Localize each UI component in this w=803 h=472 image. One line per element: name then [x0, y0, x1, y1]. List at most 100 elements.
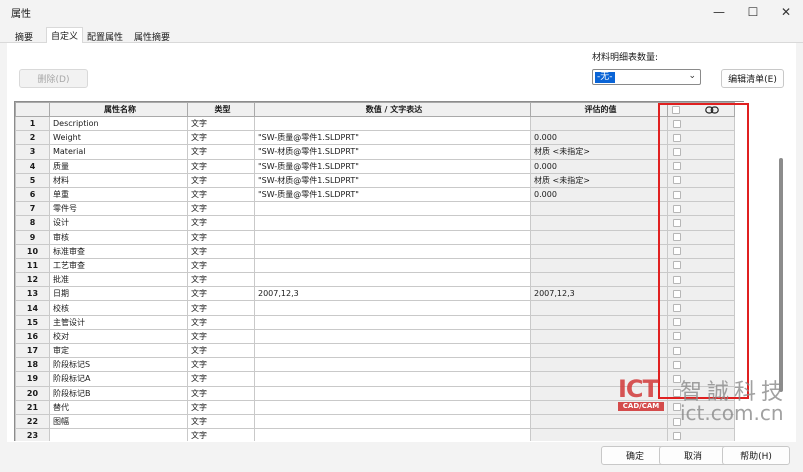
table-row[interactable]: 15 主管设计 文字: [15, 314, 735, 330]
cancel-button[interactable]: 取消: [659, 446, 727, 465]
tab-config-properties[interactable]: 配置属性: [83, 29, 127, 43]
value-expression-cell[interactable]: [254, 328, 531, 345]
table-row[interactable]: 4 质量 文字 "SW-质量@零件1.SLDPRT" 0.000: [15, 158, 735, 174]
value-expression-cell[interactable]: [254, 371, 531, 387]
value-expression-cell[interactable]: [254, 399, 531, 415]
property-name-cell[interactable]: 材料: [49, 172, 188, 188]
minimize-button[interactable]: —: [702, 0, 736, 24]
table-row[interactable]: 18 阶段标记S 文字: [15, 357, 735, 373]
property-name-cell[interactable]: [49, 428, 188, 441]
type-cell[interactable]: 文字: [187, 144, 255, 160]
value-expression-cell[interactable]: [254, 201, 531, 217]
link-checkbox[interactable]: [673, 403, 681, 412]
type-cell[interactable]: 文字: [187, 413, 255, 430]
property-name-cell[interactable]: 单重: [49, 186, 188, 203]
value-expression-cell[interactable]: [254, 229, 531, 245]
table-row[interactable]: 13 日期 文字 2007,12,3 2007,12,3: [15, 286, 735, 302]
property-name-cell[interactable]: 批准: [49, 272, 188, 288]
table-row[interactable]: 21 替代 文字: [15, 399, 735, 415]
value-expression-cell[interactable]: [254, 413, 531, 430]
vertical-scrollbar[interactable]: [779, 158, 783, 392]
select-all-checkbox[interactable]: [672, 105, 680, 114]
property-name-cell[interactable]: Weight: [49, 130, 188, 146]
type-cell[interactable]: 文字: [187, 215, 255, 231]
link-checkbox[interactable]: [673, 162, 681, 171]
table-row[interactable]: 19 阶段标记A 文字: [15, 371, 735, 387]
table-row[interactable]: 11 工艺审查 文字: [15, 257, 735, 274]
property-name-cell[interactable]: Material: [49, 144, 188, 160]
delete-button[interactable]: 删除(D): [19, 69, 88, 88]
table-row[interactable]: 8 设计 文字: [15, 215, 735, 231]
type-cell[interactable]: 文字: [187, 243, 255, 259]
link-checkbox[interactable]: [673, 119, 681, 128]
property-name-cell[interactable]: 设计: [49, 215, 188, 231]
link-checkbox[interactable]: [673, 431, 681, 440]
property-name-cell[interactable]: 工艺审查: [49, 257, 188, 274]
link-checkbox[interactable]: [673, 304, 681, 313]
value-expression-cell[interactable]: [254, 428, 531, 441]
type-cell[interactable]: 文字: [187, 115, 255, 132]
link-checkbox[interactable]: [673, 147, 681, 156]
property-name-cell[interactable]: 标准审查: [49, 243, 188, 259]
value-expression-cell[interactable]: "SW-质量@零件1.SLDPRT": [254, 186, 531, 203]
link-checkbox[interactable]: [673, 360, 681, 369]
link-checkbox[interactable]: [673, 289, 681, 298]
value-expression-cell[interactable]: "SW-材质@零件1.SLDPRT": [254, 144, 531, 160]
property-name-cell[interactable]: 审核: [49, 229, 188, 245]
type-cell[interactable]: 文字: [187, 201, 255, 217]
type-cell[interactable]: 文字: [187, 371, 255, 387]
type-cell[interactable]: 文字: [187, 399, 255, 415]
link-checkbox[interactable]: [673, 204, 681, 213]
link-checkbox[interactable]: [673, 247, 681, 256]
value-expression-cell[interactable]: [254, 272, 531, 288]
property-name-cell[interactable]: Description: [49, 115, 188, 132]
property-name-cell[interactable]: 审定: [49, 342, 188, 359]
link-checkbox[interactable]: [673, 417, 681, 426]
tab-custom[interactable]: 自定义: [46, 27, 84, 44]
property-name-cell[interactable]: 日期: [49, 286, 188, 302]
table-row[interactable]: 23 文字: [15, 428, 735, 441]
link-checkbox[interactable]: [673, 261, 681, 270]
table-row[interactable]: 2 Weight 文字 "SW-质量@零件1.SLDPRT" 0.000: [15, 130, 735, 146]
type-cell[interactable]: 文字: [187, 342, 255, 359]
property-name-cell[interactable]: 阶段标记A: [49, 371, 188, 387]
tab-summary[interactable]: 摘要: [11, 29, 37, 43]
maximize-button[interactable]: ☐: [736, 0, 770, 24]
value-expression-cell[interactable]: [254, 257, 531, 274]
type-cell[interactable]: 文字: [187, 257, 255, 274]
value-expression-cell[interactable]: [254, 243, 531, 259]
type-cell[interactable]: 文字: [187, 186, 255, 203]
table-row[interactable]: 3 Material 文字 "SW-材质@零件1.SLDPRT" 材质 <未指定>: [15, 144, 735, 160]
type-cell[interactable]: 文字: [187, 172, 255, 188]
link-checkbox[interactable]: [673, 233, 681, 242]
table-row[interactable]: 12 批准 文字: [15, 272, 735, 288]
edit-list-button[interactable]: 编辑清单(E): [721, 69, 784, 88]
bom-quantity-select[interactable]: -无- ⌄: [592, 69, 701, 85]
link-checkbox[interactable]: [673, 133, 681, 142]
property-name-cell[interactable]: 阶段标记S: [49, 357, 188, 373]
table-row[interactable]: 14 校核 文字: [15, 300, 735, 316]
tab-property-summary[interactable]: 属性摘要: [130, 29, 174, 43]
table-row[interactable]: 1 Description 文字: [15, 115, 735, 132]
link-checkbox[interactable]: [673, 190, 681, 199]
value-expression-cell[interactable]: "SW-质量@零件1.SLDPRT": [254, 158, 531, 174]
type-cell[interactable]: 文字: [187, 328, 255, 345]
close-button[interactable]: ✕: [769, 0, 803, 24]
property-name-cell[interactable]: 校对: [49, 328, 188, 345]
value-expression-cell[interactable]: [254, 300, 531, 316]
value-expression-cell[interactable]: [254, 215, 531, 231]
value-expression-cell[interactable]: [254, 314, 531, 330]
type-cell[interactable]: 文字: [187, 357, 255, 373]
type-cell[interactable]: 文字: [187, 229, 255, 245]
value-expression-cell[interactable]: [254, 357, 531, 373]
property-name-cell[interactable]: 图幅: [49, 413, 188, 430]
link-checkbox[interactable]: [673, 275, 681, 284]
table-row[interactable]: 20 阶段标记B 文字: [15, 385, 735, 401]
type-cell[interactable]: 文字: [187, 385, 255, 401]
link-checkbox[interactable]: [673, 389, 681, 398]
value-expression-cell[interactable]: [254, 115, 531, 132]
table-row[interactable]: 22 图幅 文字: [15, 413, 735, 430]
link-checkbox[interactable]: [673, 318, 681, 327]
type-cell[interactable]: 文字: [187, 300, 255, 316]
table-row[interactable]: 7 零件号 文字: [15, 201, 735, 217]
